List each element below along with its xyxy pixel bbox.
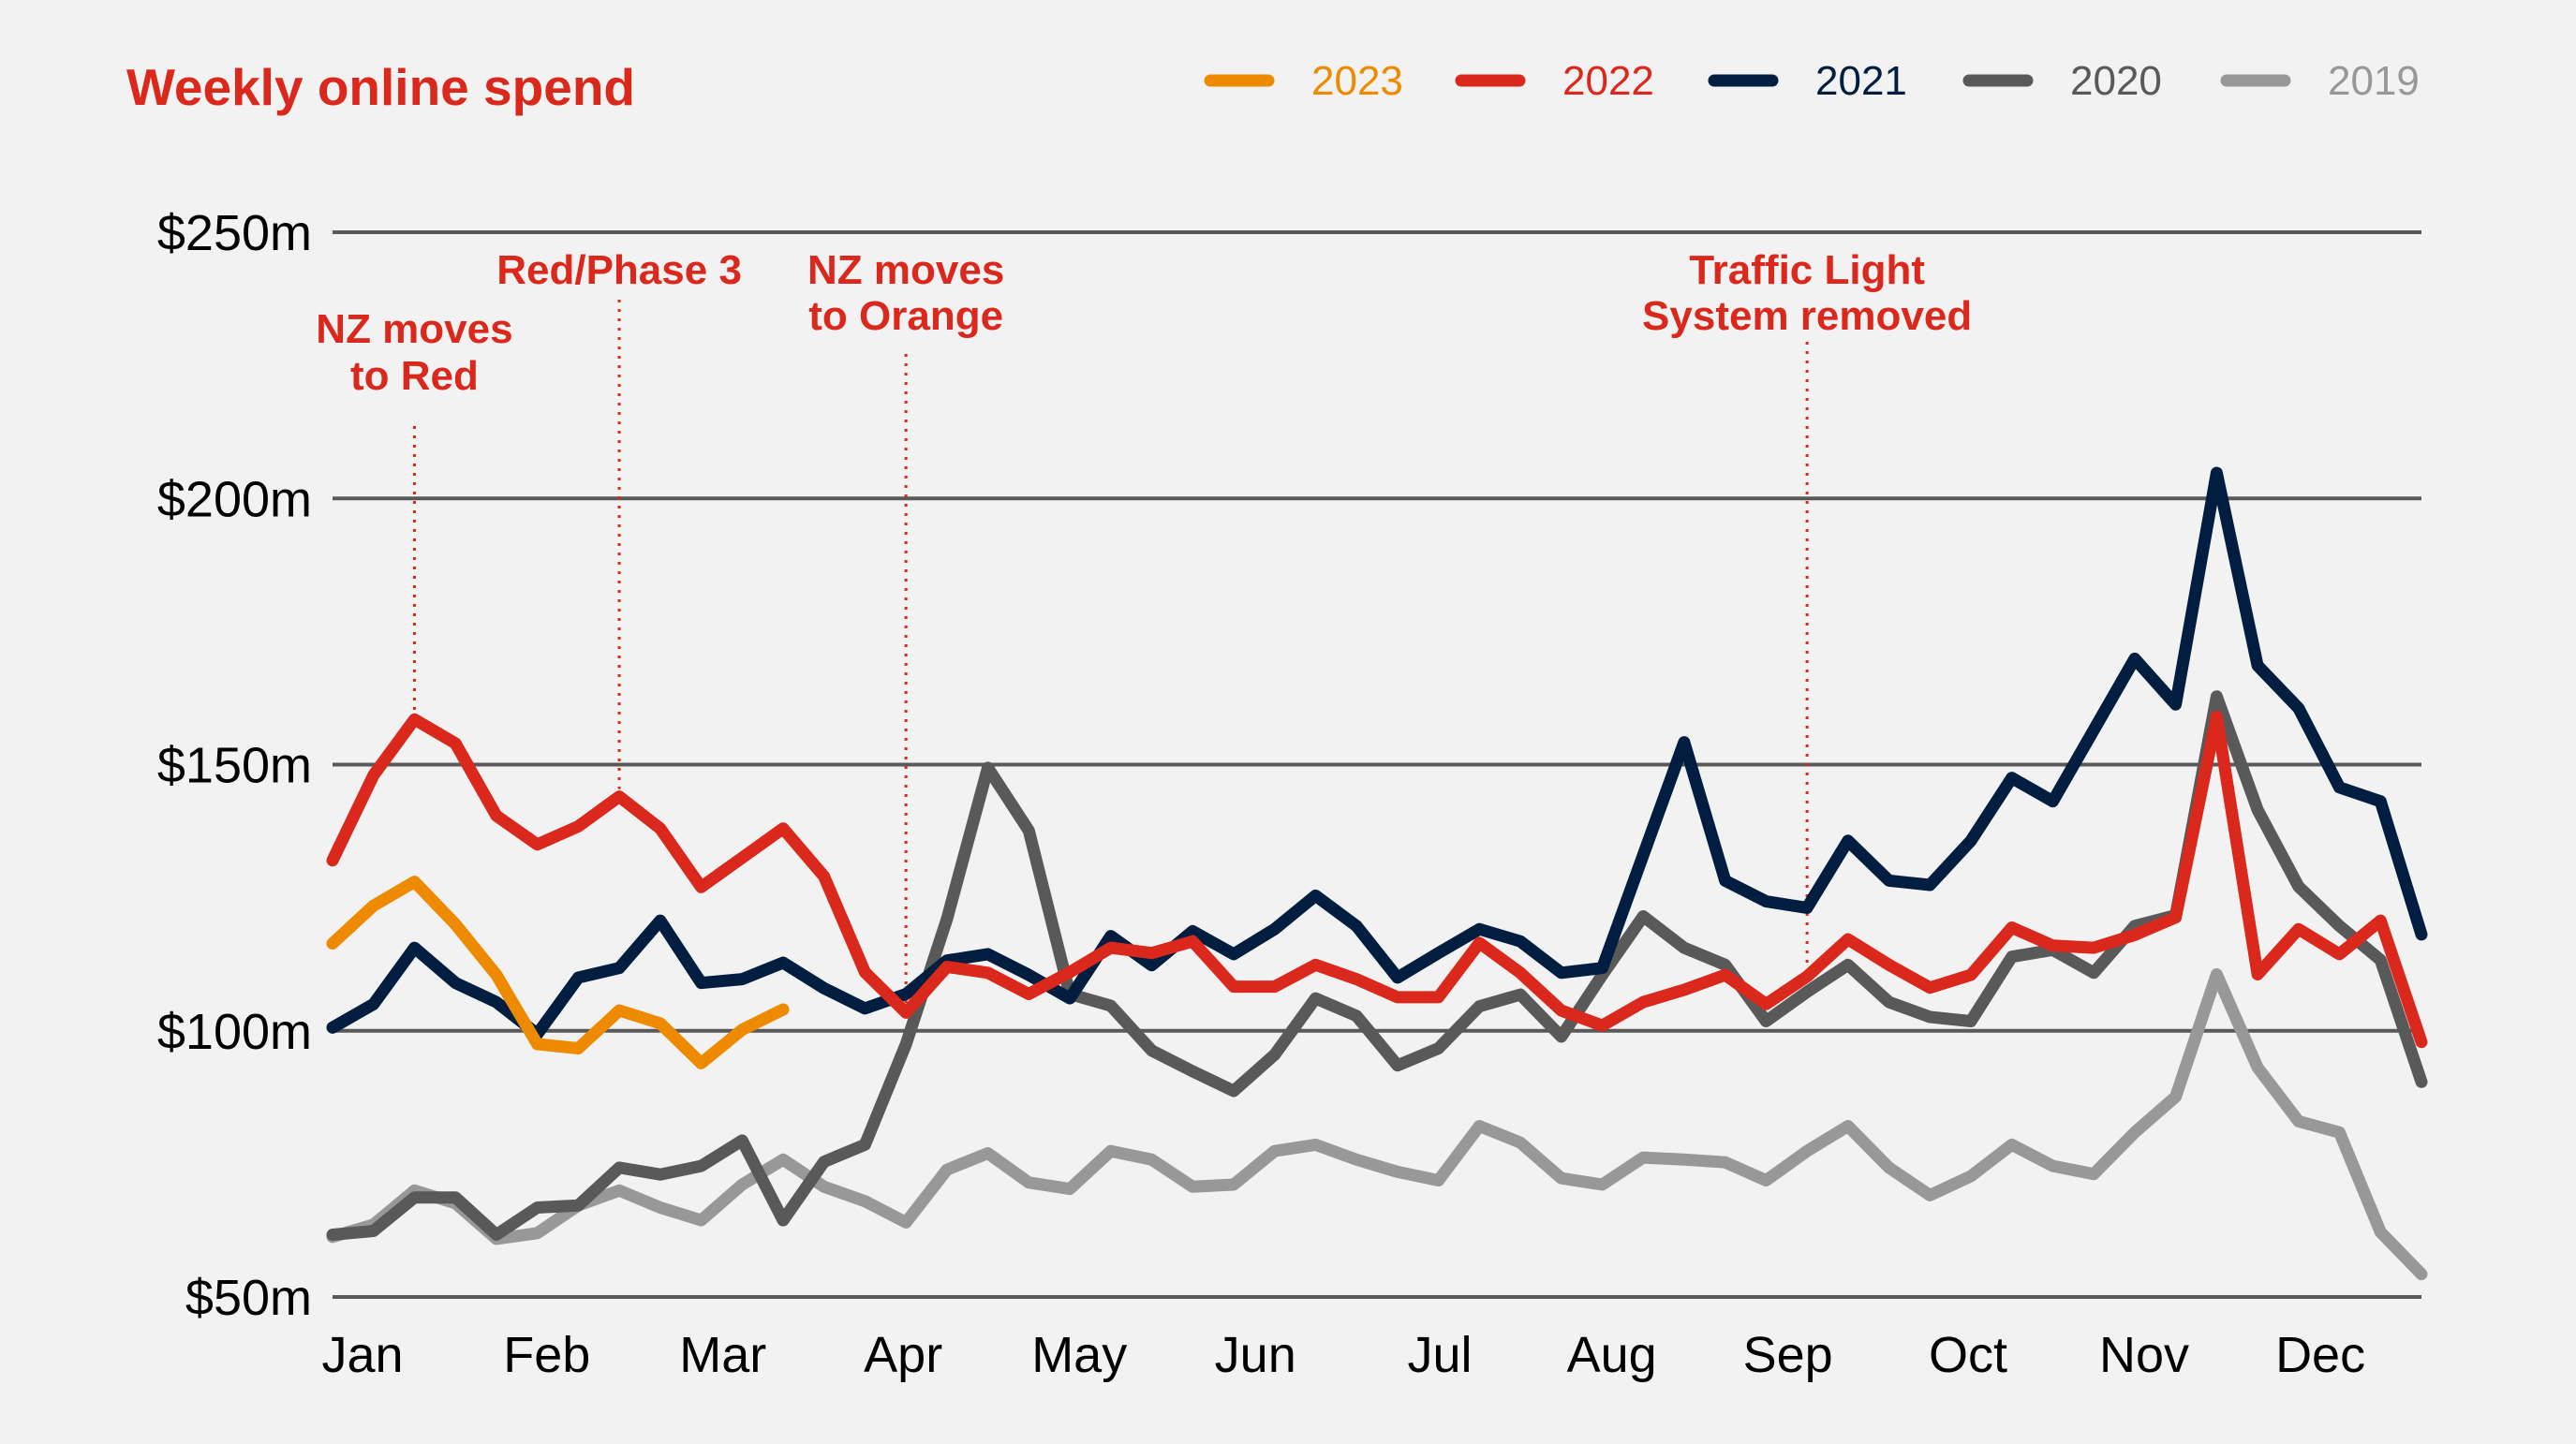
x-tick-label: Nov <box>2099 1327 2189 1383</box>
legend-item: 2019 <box>2220 58 2420 104</box>
legend: 2023 2022 2021 2020 2019 <box>1204 58 2420 104</box>
annotation-text: System removed <box>1642 293 1972 339</box>
x-tick-label: Feb <box>503 1327 590 1383</box>
annotation: Traffic LightSystem removed <box>1642 247 1972 969</box>
x-tick-label: Aug <box>1567 1327 1657 1383</box>
annotation-text: NZ moves <box>807 247 1004 293</box>
x-tick-label: Sep <box>1743 1327 1833 1383</box>
x-tick-label: May <box>1031 1327 1127 1383</box>
y-tick-label: $100m <box>157 1004 312 1060</box>
gridlines <box>333 230 2421 1299</box>
x-tick-label: Jun <box>1215 1327 1296 1383</box>
x-tick-label: Jan <box>321 1327 403 1383</box>
annotations: NZ movesto RedRed/Phase 3 NZ movesto Oran… <box>316 247 1972 1006</box>
x-tick-label: Jul <box>1407 1327 1472 1383</box>
legend-item: 2020 <box>1962 58 2162 104</box>
annotation-text: Red/Phase 3 <box>496 247 742 293</box>
legend-label: 2020 <box>2070 58 2162 104</box>
chart-title: Weekly online spend <box>126 58 635 116</box>
x-axis-ticks: Jan Feb Mar Apr May Jun Jul Aug Sep Oct Nov Dec <box>321 1327 2365 1383</box>
annotation-text: to Red <box>350 353 479 399</box>
x-tick-label: Dec <box>2275 1327 2365 1383</box>
x-tick-label: Oct <box>1929 1327 2007 1383</box>
annotation-text: NZ moves <box>316 306 512 352</box>
legend-label: 2023 <box>1311 58 1403 104</box>
annotation-text: to Orange <box>808 293 1003 339</box>
legend-label: 2022 <box>1562 58 1654 104</box>
x-tick-label: Mar <box>679 1327 766 1383</box>
weekly-online-spend-chart: Weekly online spend 2023 2022 2021 2020 2019… <box>126 58 2428 1383</box>
legend-item: 2021 <box>1708 58 1907 104</box>
annotation: NZ movesto Red <box>316 306 513 713</box>
annotation: Red/Phase 3 <box>496 247 742 789</box>
y-tick-label: $150m <box>157 738 312 794</box>
legend-item: 2022 <box>1455 58 1654 104</box>
annotation-text: Traffic Light <box>1689 247 1925 293</box>
legend-item: 2023 <box>1204 58 1403 104</box>
x-tick-label: Apr <box>864 1327 942 1383</box>
y-axis-ticks: $250m $200m $150m $100m $50m <box>157 205 312 1326</box>
legend-label: 2019 <box>2328 58 2420 104</box>
y-tick-label: $50m <box>185 1270 312 1326</box>
legend-label: 2021 <box>1815 58 1907 104</box>
y-tick-label: $200m <box>157 471 312 527</box>
y-tick-label: $250m <box>157 205 312 261</box>
series-lines <box>326 466 2428 1281</box>
